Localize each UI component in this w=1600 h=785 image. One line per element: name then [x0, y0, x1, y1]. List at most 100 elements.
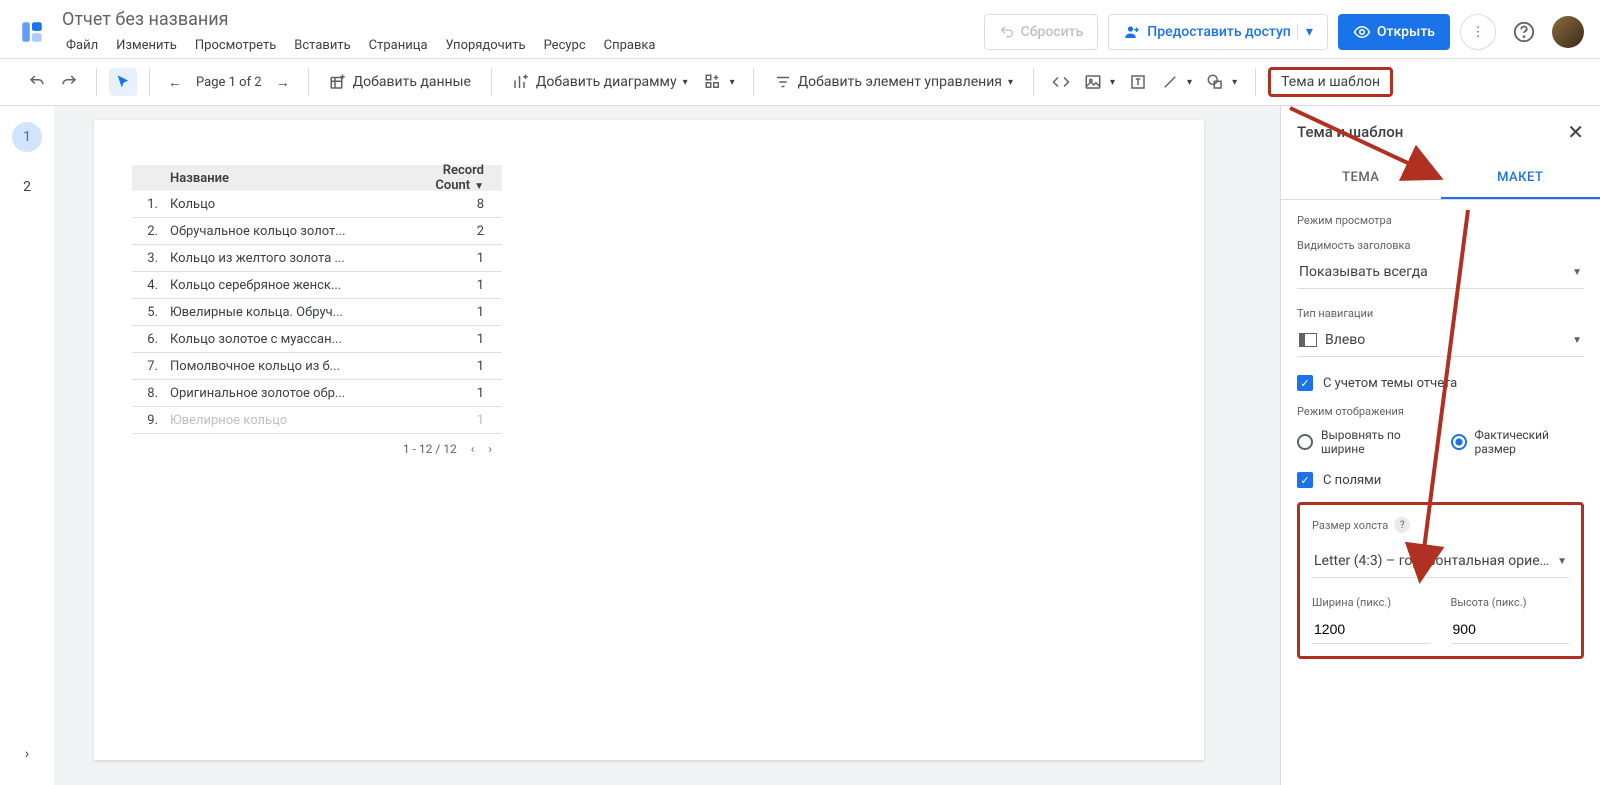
tab-theme[interactable]: ТЕМА — [1281, 158, 1441, 199]
input-width[interactable] — [1312, 615, 1431, 644]
menu-edit[interactable]: Изменить — [108, 34, 185, 57]
table-row[interactable]: 1.Кольцо8 — [132, 191, 502, 218]
add-chart-button[interactable]: Добавить диаграмму ▾ — [504, 67, 696, 97]
help-icon — [1513, 21, 1535, 43]
canvas-size-section: Размер холста ? Letter (4:3) – горизонта… — [1297, 502, 1584, 659]
menu-insert[interactable]: Вставить — [286, 34, 358, 57]
next-page-button[interactable]: → — [270, 68, 296, 97]
shape-icon — [1206, 73, 1224, 91]
col-count[interactable]: Record Count▼ — [402, 163, 502, 193]
table-row[interactable]: 2.Обручальное кольцо золот...2 — [132, 218, 502, 245]
workspace: 1 2 › Название Record Count▼ 1.Кольцо82.… — [0, 106, 1600, 785]
table-row[interactable]: 7.Помолвочное кольцо из б...1 — [132, 353, 502, 380]
open-button[interactable]: Открыть — [1338, 14, 1450, 50]
tab-layout[interactable]: МАКЕТ — [1441, 158, 1600, 199]
page-nav-expand[interactable]: › — [12, 739, 42, 769]
checkbox-theme[interactable]: ✓ С учетом темы отчета — [1297, 375, 1584, 391]
menu-help[interactable]: Справка — [596, 34, 664, 57]
close-icon[interactable]: ✕ — [1567, 120, 1584, 144]
reset-button[interactable]: Сбросить — [984, 14, 1099, 50]
pager-next-icon[interactable]: › — [488, 442, 492, 456]
checkbox-margins[interactable]: ✓ С полями — [1297, 472, 1584, 488]
add-data-button[interactable]: Добавить данные — [321, 67, 479, 97]
page-thumb-2[interactable]: 2 — [12, 172, 42, 202]
canvas-area[interactable]: Название Record Count▼ 1.Кольцо82.Обруча… — [54, 106, 1280, 785]
panel-title: Тема и шаблон — [1297, 123, 1403, 141]
sort-desc-icon: ▼ — [474, 181, 484, 192]
label-header-visibility: Видимость заголовка — [1297, 239, 1584, 252]
menu-resource[interactable]: Ресурс — [536, 34, 594, 57]
community-viz-button[interactable]: ▾ — [698, 67, 741, 97]
select-tool-button[interactable] — [109, 68, 137, 96]
add-chart-label: Добавить диаграмму — [536, 74, 677, 90]
table-row[interactable]: 8.Оригинальное золотое обр...1 — [132, 380, 502, 407]
col-name[interactable]: Название — [170, 171, 402, 186]
more-options-button[interactable]: ⋮ — [1460, 14, 1496, 50]
open-label: Открыть — [1377, 24, 1435, 40]
menu-file[interactable]: Файл — [58, 34, 106, 57]
image-icon — [1084, 73, 1102, 91]
filter-icon — [774, 73, 792, 91]
menu-bar: Файл Изменить Просмотреть Вставить Стран… — [58, 34, 984, 57]
user-avatar[interactable] — [1552, 16, 1584, 48]
menu-arrange[interactable]: Упорядочить — [438, 34, 534, 57]
undo-button[interactable] — [22, 67, 52, 97]
radio-fit-width[interactable]: Выровнять по ширине — [1297, 428, 1431, 456]
url-embed-button[interactable] — [1046, 67, 1076, 97]
table-row[interactable]: 3.Кольцо из желтого золота ...1 — [132, 245, 502, 272]
help-icon[interactable]: ? — [1394, 517, 1410, 533]
table-row[interactable]: 5.Ювелирные кольца. Обруч...1 — [132, 299, 502, 326]
table-row[interactable]: 9.Ювелирное кольцо1 — [132, 407, 502, 434]
add-data-label: Добавить данные — [353, 74, 471, 90]
select-header-visibility[interactable]: Показывать всегда ▼ — [1297, 258, 1584, 289]
page-navigator: 1 2 › — [0, 106, 54, 785]
prev-page-button[interactable]: ← — [162, 68, 188, 97]
menu-view[interactable]: Просмотреть — [187, 34, 284, 57]
help-button[interactable] — [1506, 14, 1542, 50]
chevron-down-icon: ▼ — [1572, 267, 1582, 278]
theme-layout-button[interactable]: Тема и шаблон — [1268, 67, 1393, 97]
menu-page[interactable]: Страница — [361, 34, 436, 57]
label-width: Ширина (пикс.) — [1312, 596, 1431, 609]
select-nav-type[interactable]: Влево ▼ — [1297, 326, 1584, 357]
input-height[interactable] — [1451, 615, 1570, 644]
pager-text: 1 - 12 / 12 — [403, 442, 457, 456]
line-icon — [1161, 73, 1179, 91]
chevron-right-icon: → — [276, 74, 290, 91]
table-row[interactable]: 6.Кольцо золотое с муассан...1 — [132, 326, 502, 353]
table-pager: 1 - 12 / 12 ‹ › — [132, 434, 502, 456]
image-button[interactable]: ▾ — [1078, 67, 1121, 97]
text-button[interactable] — [1123, 67, 1153, 97]
table-row[interactable]: 4.Кольцо серебряное женск...1 — [132, 272, 502, 299]
chart-icon — [512, 73, 530, 91]
grid-plus-icon — [704, 73, 722, 91]
add-control-button[interactable]: Добавить элемент управления ▾ — [766, 67, 1021, 97]
line-button[interactable]: ▾ — [1155, 67, 1198, 97]
select-canvas-preset[interactable]: Letter (4:3) – горизонтальная ориентаци … — [1312, 547, 1569, 578]
redo-button[interactable] — [54, 67, 84, 97]
eye-icon — [1353, 23, 1371, 41]
pager-prev-icon[interactable]: ‹ — [471, 442, 475, 456]
share-dropdown-icon[interactable]: ▾ — [1297, 24, 1321, 40]
table-header: Название Record Count▼ — [132, 165, 502, 191]
undo-icon — [28, 73, 46, 91]
shape-button[interactable]: ▾ — [1200, 67, 1243, 97]
page-thumb-1[interactable]: 1 — [12, 122, 42, 152]
person-add-icon — [1123, 23, 1141, 41]
chevron-left-icon: ← — [168, 74, 182, 91]
page-indicator: Page 1 of 2 — [190, 75, 268, 90]
chevron-down-icon: ▼ — [1557, 556, 1567, 567]
label-canvas-size: Размер холста — [1312, 519, 1388, 532]
checkbox-checked-icon: ✓ — [1297, 472, 1313, 488]
code-icon — [1052, 73, 1070, 91]
table-chart[interactable]: Название Record Count▼ 1.Кольцо82.Обруча… — [132, 165, 502, 456]
label-height: Высота (пикс.) — [1451, 596, 1570, 609]
report-canvas[interactable]: Название Record Count▼ 1.Кольцо82.Обруча… — [94, 120, 1204, 760]
redo-icon — [60, 73, 78, 91]
radio-actual-size[interactable]: Фактический размер — [1451, 428, 1585, 456]
chevron-right-icon: › — [25, 746, 29, 762]
chevron-down-icon: ▾ — [1008, 77, 1013, 88]
share-button[interactable]: Предоставить доступ ▾ — [1108, 14, 1328, 50]
document-title[interactable]: Отчет без названия — [58, 7, 984, 32]
label-display-mode: Режим отображения — [1297, 405, 1584, 418]
